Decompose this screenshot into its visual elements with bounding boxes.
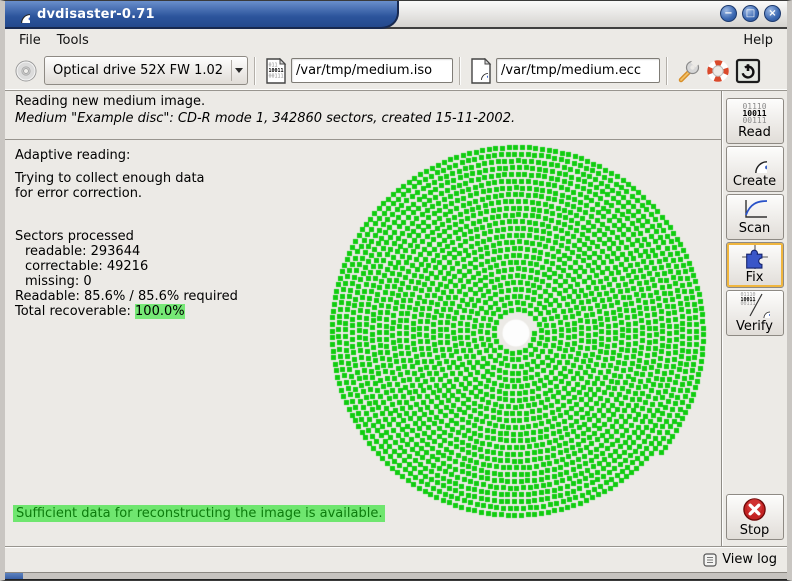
titlebar-tab[interactable]: dvdisaster-0.71 — [5, 1, 399, 29]
total-recoverable-label: Total recoverable: — [15, 304, 135, 319]
left-column: Reading new medium image. Medium "Exampl… — [5, 91, 721, 546]
yin-yang-icon — [743, 149, 767, 173]
window-bottom-border[interactable] — [5, 572, 787, 580]
drive-select-button[interactable] — [11, 56, 41, 86]
stop-button[interactable]: Stop — [726, 494, 784, 540]
iso-path-input[interactable] — [291, 58, 453, 83]
create-button[interactable]: Create — [726, 146, 784, 192]
minimize-button[interactable]: − — [720, 5, 737, 22]
window-title: dvdisaster-0.71 — [37, 7, 155, 22]
app-logo-icon — [12, 5, 30, 23]
scan-curve-icon — [741, 198, 769, 220]
toolbar-separator — [666, 57, 667, 85]
chevron-down-icon — [235, 68, 243, 73]
scan-button[interactable]: Scan — [726, 194, 784, 240]
svg-text:00111: 00111 — [269, 73, 284, 79]
help-button[interactable] — [703, 56, 733, 86]
toolbar-separator — [254, 57, 255, 85]
iso-image-icon: 011 10011 00111 — [264, 58, 288, 84]
cd-icon — [14, 59, 38, 83]
fix-button[interactable]: Fix — [726, 242, 784, 288]
reading-info-panel: Adaptive reading: Trying to collect enou… — [15, 148, 238, 319]
readable-percentage: Readable: 85.6% / 85.6% required — [15, 289, 238, 304]
drive-selector[interactable]: Optical drive 52X FW 1.02 — [44, 56, 248, 85]
menu-file[interactable]: File — [11, 31, 49, 50]
sectors-processed-title: Sectors processed — [15, 229, 238, 244]
view-log-button[interactable]: View log — [722, 552, 777, 567]
menu-help[interactable]: Help — [735, 31, 781, 50]
menubar: File Tools Help — [5, 29, 787, 51]
quit-button[interactable] — [733, 56, 763, 86]
drive-selector-value: Optical drive 52X FW 1.02 — [45, 63, 231, 78]
status-panel: Reading new medium image. Medium "Exampl… — [5, 91, 721, 140]
total-recoverable: Total recoverable: 100.0% — [15, 304, 238, 319]
log-icon — [703, 553, 717, 567]
toolbar: Optical drive 52X FW 1.02 011 10011 0011… — [5, 51, 787, 91]
verify-button[interactable]: 01110 10011 00111 Verify — [726, 290, 784, 336]
binary-read-icon: 01110 10011 00111 — [742, 103, 766, 124]
menu-tools[interactable]: Tools — [49, 31, 97, 50]
content-row: Reading new medium image. Medium "Exampl… — [5, 91, 787, 546]
total-recoverable-value: 100.0% — [135, 304, 185, 319]
ecc-path-input[interactable] — [496, 58, 660, 83]
stop-icon — [742, 497, 767, 522]
status-line-primary: Reading new medium image. — [15, 94, 711, 109]
life-ring-icon — [705, 58, 731, 84]
sectors-missing: missing: 0 — [15, 274, 238, 289]
reading-desc-line1: Trying to collect enough data — [15, 171, 238, 186]
read-button-label: Read — [738, 125, 771, 140]
scan-button-label: Scan — [739, 221, 771, 236]
reading-mode-heading: Adaptive reading: — [15, 148, 238, 163]
action-button-column: 01110 10011 00111 Read Create Scan — [721, 91, 787, 546]
window-controls: − □ × — [720, 5, 781, 22]
close-button[interactable]: × — [764, 5, 781, 22]
ecc-file-button[interactable] — [466, 56, 496, 86]
create-button-label: Create — [733, 174, 776, 189]
verify-icon: 01110 10011 00111 — [740, 292, 770, 318]
reading-description: Trying to collect enough data for error … — [15, 171, 238, 201]
puzzle-piece-icon — [742, 245, 768, 269]
status-line-medium-info: Medium "Example disc": CD-R mode 1, 3428… — [15, 111, 711, 126]
iso-file-button[interactable]: 011 10011 00111 — [261, 56, 291, 86]
titlebar[interactable]: dvdisaster-0.71 − □ × — [5, 1, 787, 27]
reconstruction-status-message: Sufficient data for reconstructing the i… — [13, 505, 385, 522]
verify-button-label: Verify — [736, 319, 773, 334]
resize-corner[interactable] — [5, 573, 23, 581]
app-window: dvdisaster-0.71 − □ × File Tools Help Op… — [0, 0, 792, 581]
statusbar: View log — [5, 546, 787, 572]
stop-button-label: Stop — [740, 523, 770, 538]
preferences-button[interactable] — [673, 56, 703, 86]
maximize-button[interactable]: □ — [742, 5, 759, 22]
reading-desc-line2: for error correction. — [15, 186, 238, 201]
sectors-readable: readable: 293644 — [15, 244, 238, 259]
ecc-file-icon — [469, 58, 493, 84]
power-icon — [735, 58, 761, 84]
read-button[interactable]: 01110 10011 00111 Read — [726, 98, 784, 144]
sectors-correctable: correctable: 49216 — [15, 259, 238, 274]
disc-drawing-area: Adaptive reading: Trying to collect enou… — [5, 140, 721, 546]
yin-yang-small-icon — [757, 305, 770, 318]
wrench-icon — [675, 58, 701, 84]
toolbar-separator — [459, 57, 460, 85]
combo-arrow-box[interactable] — [232, 68, 247, 73]
fix-button-label: Fix — [746, 270, 764, 285]
